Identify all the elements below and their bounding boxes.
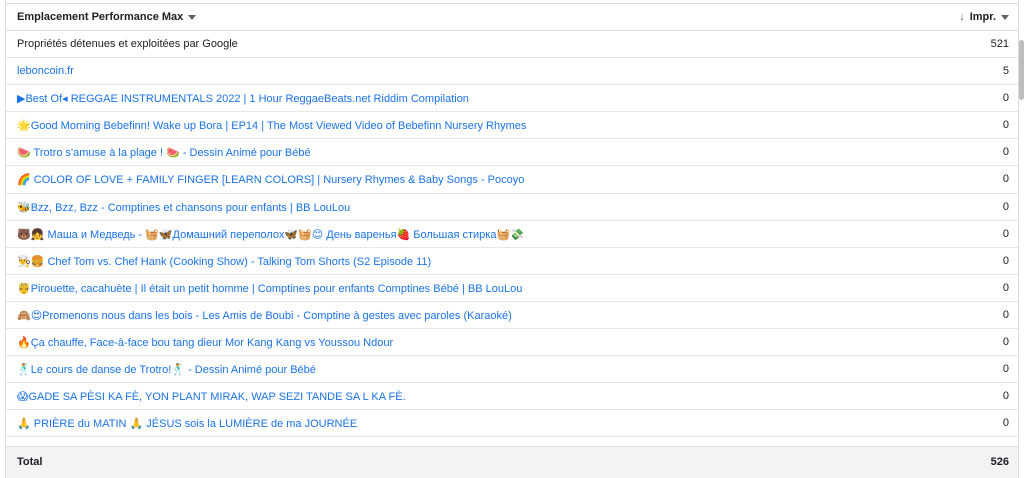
table-row: 😱GADE SA PÈSI KA FÈ, YON PLANT MIRAK, WA… <box>6 383 1018 411</box>
metric-header-label: Impr. <box>969 11 996 23</box>
placement-link[interactable]: 🕺Le cours de danse de Trotro!🕺 - Dessin … <box>17 363 316 376</box>
vertical-scrollbar[interactable] <box>1019 40 1024 100</box>
table-row: 🐝Bzz, Bzz, Bzz - Comptines et chansons p… <box>6 194 1018 221</box>
column-header-label: Emplacement Performance Max <box>17 11 184 23</box>
placement-link[interactable]: leboncoin.fr <box>17 65 74 77</box>
total-value: 526 <box>990 456 1009 468</box>
impressions-value: 0 <box>1002 200 1009 213</box>
table-row: 🕺Le cours de danse de Trotro!🕺 - Dessin … <box>6 356 1018 384</box>
impressions-value: 0 <box>1002 417 1009 430</box>
placement-link[interactable]: 🐝Bzz, Bzz, Bzz - Comptines et chansons p… <box>17 201 350 214</box>
column-header-placement[interactable]: Emplacement Performance Max <box>17 11 197 23</box>
impressions-value: 0 <box>1002 146 1009 159</box>
caret-down-icon <box>188 15 197 20</box>
impressions-value: 0 <box>1002 308 1009 321</box>
table-row: leboncoin.fr 5 <box>6 58 1018 86</box>
arrow-down-icon: ↓ <box>959 11 965 23</box>
impressions-value: 0 <box>1002 227 1009 240</box>
table-scroll-area[interactable]: Emplacement Performance Max ↓ Impr. Prop… <box>6 0 1018 440</box>
table-row: 🙈😍Promenons nous dans les bois - Les Ami… <box>6 302 1018 330</box>
column-header-impressions[interactable]: ↓ Impr. <box>959 11 1009 23</box>
placement-link[interactable]: 🙈😍Promenons nous dans les bois - Les Ami… <box>17 309 512 322</box>
table-row: 👨‍🍳🍔 Chef Tom vs. Chef Hank (Cooking Sho… <box>6 248 1018 275</box>
impressions-value: 0 <box>1002 390 1009 403</box>
impressions-value: 0 <box>1002 281 1009 294</box>
impressions-value: 0 <box>1002 92 1009 105</box>
table-row: ▶Best Of◂ REGGAE INSTRUMENTALS 2022 | 1 … <box>6 85 1018 113</box>
placement-report-table: Emplacement Performance Max ↓ Impr. Prop… <box>5 0 1024 478</box>
placement-label: Propriétés détenues et exploitées par Go… <box>17 38 238 50</box>
placement-link[interactable]: 🤴Pirouette, cacahuète | Il était un peti… <box>17 282 522 295</box>
impressions-value: 0 <box>1002 119 1009 132</box>
table-row: 🤴Pirouette, cacahuète | Il était un peti… <box>6 275 1018 302</box>
placement-link[interactable]: 👨‍🍳🍔 Chef Tom vs. Chef Hank (Cooking Sho… <box>17 255 431 268</box>
table-row: 🐻👧 Маша и Медведь - 🧺🦋Домашний переполох… <box>6 221 1018 248</box>
table-header: Emplacement Performance Max ↓ Impr. <box>6 3 1018 31</box>
impressions-value: 521 <box>990 38 1009 50</box>
impressions-value: 0 <box>1002 254 1009 267</box>
placement-link[interactable]: 🙏 PRIÈRE du MATIN 🙏 JÉSUS sois la LUMIÈR… <box>17 417 357 430</box>
impressions-value: 0 <box>1002 363 1009 376</box>
placement-link[interactable]: 🌟Good Morning Bebefinn! Wake up Bora | E… <box>17 119 526 132</box>
table-row: 🍉 Trotro s'amuse à la plage ! 🍉 - Dessin… <box>6 139 1018 167</box>
placement-link[interactable]: 🌈 COLOR OF LOVE + FAMILY FINGER [LEARN C… <box>17 173 524 186</box>
table-row: 🌟Good Morning Bebefinn! Wake up Bora | E… <box>6 112 1018 140</box>
table-row: Propriétés détenues et exploitées par Go… <box>6 31 1018 59</box>
table-body: Propriétés détenues et exploitées par Go… <box>6 31 1018 438</box>
total-row: Total 526 <box>6 446 1018 478</box>
table-row: 🙏 PRIÈRE du MATIN 🙏 JÉSUS sois la LUMIÈR… <box>6 410 1018 438</box>
impressions-value: 0 <box>1002 173 1009 186</box>
caret-down-icon <box>1001 15 1009 20</box>
impressions-value: 5 <box>1002 65 1009 78</box>
table-row: 🔥Ça chauffe, Face-à-face bou tang dieur … <box>6 329 1018 357</box>
table-row: 🌈 COLOR OF LOVE + FAMILY FINGER [LEARN C… <box>6 166 1018 194</box>
impressions-value: 0 <box>1002 336 1009 349</box>
placement-link[interactable]: 🔥Ça chauffe, Face-à-face bou tang dieur … <box>17 336 393 349</box>
total-label: Total <box>17 456 43 468</box>
placement-link[interactable]: 🍉 Trotro s'amuse à la plage ! 🍉 - Dessin… <box>17 146 311 159</box>
placement-link[interactable]: ▶Best Of◂ REGGAE INSTRUMENTALS 2022 | 1 … <box>17 92 469 105</box>
placement-link[interactable]: 🐻👧 Маша и Медведь - 🧺🦋Домашний переполох… <box>17 228 524 241</box>
placement-link[interactable]: 😱GADE SA PÈSI KA FÈ, YON PLANT MIRAK, WA… <box>17 390 406 403</box>
